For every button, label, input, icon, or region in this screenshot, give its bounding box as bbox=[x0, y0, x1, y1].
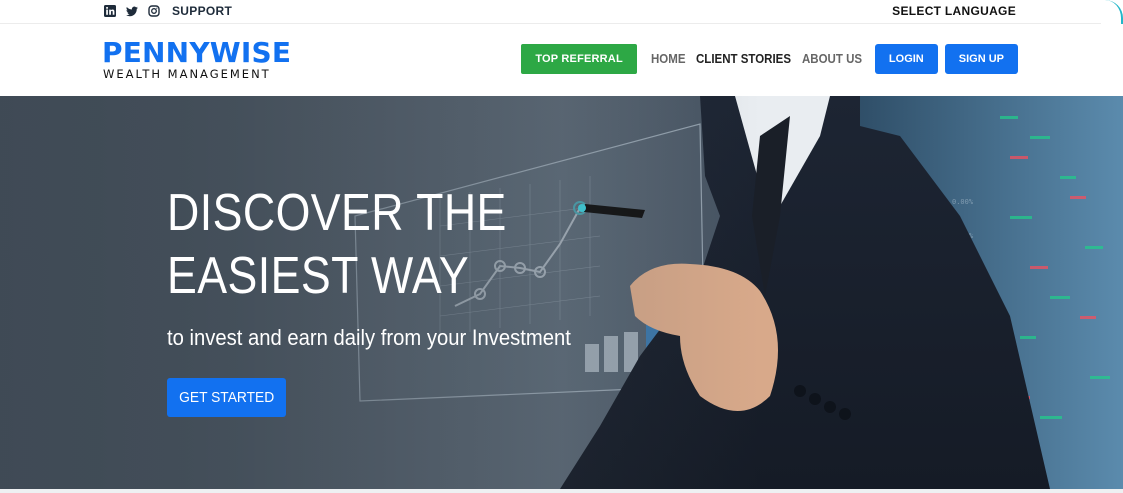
main-nav: TOP REFERRAL HOME CLIENT STORIES ABOUT U… bbox=[521, 44, 1018, 74]
nav-client-stories[interactable]: CLIENT STORIES bbox=[696, 52, 791, 66]
window-corner bbox=[1101, 0, 1123, 24]
logo-sub-text: WEALTH MANAGEMENT bbox=[103, 67, 271, 81]
hero-subtitle: to invest and earn daily from your Inves… bbox=[167, 325, 571, 350]
hero-title-line-1: DISCOVER THE bbox=[167, 184, 507, 242]
sign-up-button[interactable]: SIGN UP bbox=[944, 44, 1018, 74]
select-language[interactable]: SELECT LANGUAGE bbox=[892, 4, 1016, 18]
linkedin-icon[interactable] bbox=[104, 5, 116, 17]
main-header: PENNYWISE WEALTH MANAGEMENT TOP REFERRAL… bbox=[0, 25, 1123, 96]
logo-main-text: PENNYWISE bbox=[102, 36, 292, 69]
support-link[interactable]: SUPPORT bbox=[172, 4, 232, 18]
get-started-label: GET STARTED bbox=[178, 389, 275, 406]
twitter-icon[interactable] bbox=[126, 5, 138, 17]
svg-text:0.00%: 0.00% bbox=[952, 198, 974, 206]
site-logo[interactable]: PENNYWISE WEALTH MANAGEMENT bbox=[102, 36, 292, 82]
instagram-icon[interactable] bbox=[148, 5, 160, 17]
hero-title-line-2: EASIEST WAY bbox=[167, 247, 470, 305]
top-referral-button[interactable]: TOP REFERRAL bbox=[521, 44, 637, 74]
nav-home[interactable]: HOME bbox=[651, 52, 686, 66]
top-bar: SUPPORT SELECT LANGUAGE bbox=[0, 0, 1123, 24]
login-button[interactable]: LOGIN bbox=[874, 44, 938, 74]
hero-banner: 14.400.000.00% 0.000.000.00% 14.400.000.… bbox=[0, 96, 1123, 489]
social-links: SUPPORT bbox=[104, 3, 232, 19]
nav-about-us[interactable]: ABOUT US bbox=[802, 52, 862, 66]
hero-title: DISCOVER THE EASIEST WAY bbox=[167, 182, 507, 308]
get-started-button[interactable]: GET STARTED bbox=[167, 378, 286, 417]
bottom-strip bbox=[0, 489, 1123, 493]
